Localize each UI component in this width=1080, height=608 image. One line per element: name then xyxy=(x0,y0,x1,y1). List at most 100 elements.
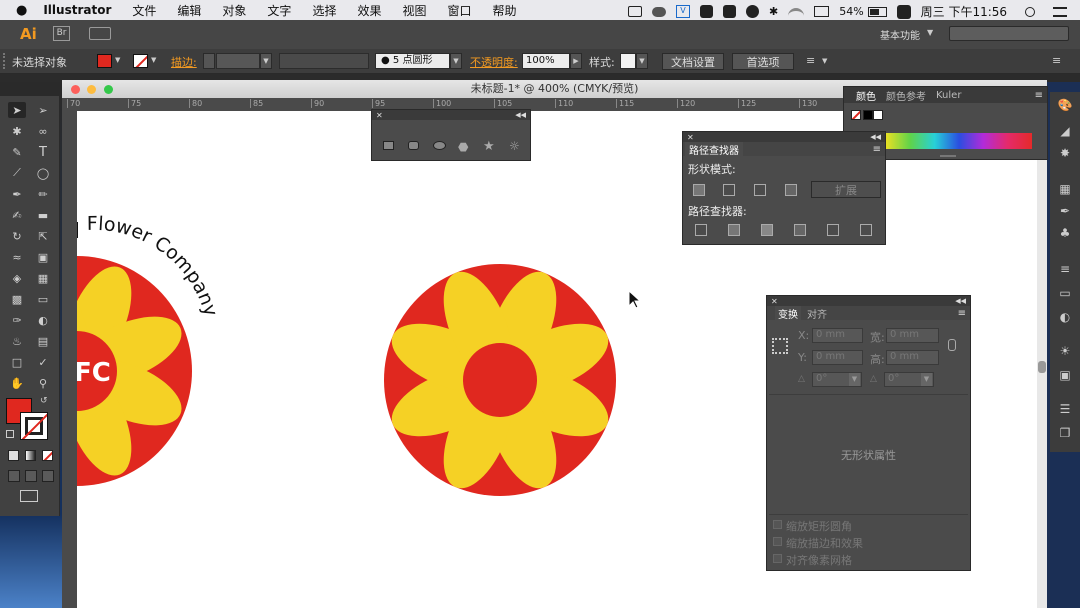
pen-tool-icon[interactable]: ✎ xyxy=(8,144,26,160)
help-search-input[interactable] xyxy=(949,26,1069,41)
zoom-tool-icon[interactable]: ⚲ xyxy=(34,375,52,391)
draw-behind-icon[interactable] xyxy=(25,470,37,482)
trim-button[interactable] xyxy=(728,224,740,236)
gradient-tool-icon[interactable]: ▭ xyxy=(34,291,52,307)
list-icon[interactable] xyxy=(1053,6,1068,17)
height-field[interactable]: 0 mm xyxy=(886,350,939,365)
selection-tool-icon[interactable]: ➤ xyxy=(8,102,26,118)
expand-button[interactable]: 扩展 xyxy=(811,181,881,198)
exclude-button[interactable] xyxy=(785,184,797,196)
shear-angle-dropdown[interactable]: ▼ xyxy=(921,373,932,386)
screen-mode-icon[interactable] xyxy=(20,490,38,502)
paintbrush-tool-icon[interactable]: ✒ xyxy=(8,186,26,202)
color-panel-icon[interactable]: 🎨 xyxy=(1057,98,1073,112)
intersect-button[interactable] xyxy=(754,184,766,196)
mesh-tool-icon[interactable]: ▩ xyxy=(8,291,26,307)
siri-icon[interactable] xyxy=(896,4,911,19)
app-icon-2[interactable] xyxy=(723,5,736,18)
menu-object[interactable]: 对象 xyxy=(222,2,246,19)
blend-tool-icon[interactable]: ◐ xyxy=(34,312,52,328)
white-swatch[interactable] xyxy=(873,110,883,120)
align-pixel-grid-checkbox[interactable] xyxy=(773,554,782,563)
divide-button[interactable] xyxy=(695,224,707,236)
gradient-mode-icon[interactable] xyxy=(25,450,36,461)
reference-point-icon[interactable] xyxy=(772,338,788,354)
slice-tool-icon[interactable]: ✓ xyxy=(34,354,52,370)
brush-dropdown[interactable]: ▼ xyxy=(450,53,462,69)
rounded-rectangle-tool-icon[interactable] xyxy=(408,141,419,150)
scrollbar-thumb[interactable] xyxy=(1038,361,1046,373)
rectangle-tool-icon[interactable] xyxy=(383,141,394,150)
default-fill-stroke-icon[interactable] xyxy=(6,430,14,438)
polygon-tool-icon[interactable]: ⬣ xyxy=(458,140,468,154)
outline-button[interactable] xyxy=(827,224,839,236)
vertical-ruler[interactable] xyxy=(62,98,77,608)
graphic-styles-icon[interactable]: ▣ xyxy=(1057,368,1073,382)
stroke-weight-stepper[interactable] xyxy=(203,53,215,69)
color-panel-menu-icon[interactable]: ≡ xyxy=(1035,90,1043,101)
merge-button[interactable] xyxy=(761,224,773,236)
transform-collapse-icon[interactable]: ◀◀ xyxy=(955,297,966,305)
eyedropper-tool-icon[interactable]: ✑ xyxy=(8,312,26,328)
pathfinder-tab[interactable]: 路径查找器 xyxy=(685,141,743,157)
bluetooth-icon[interactable]: ✱ xyxy=(769,5,778,18)
scale-strokes-checkbox[interactable] xyxy=(773,537,782,546)
draw-inside-icon[interactable] xyxy=(42,470,54,482)
opacity-label[interactable]: 不透明度: xyxy=(470,54,518,70)
symbols-icon[interactable]: ♣ xyxy=(1057,226,1073,240)
camera-icon[interactable] xyxy=(628,6,642,17)
stroke-weight-field[interactable] xyxy=(216,53,260,69)
shape-builder-tool-icon[interactable]: ◈ xyxy=(8,270,26,286)
app-icon-3[interactable] xyxy=(746,5,759,18)
kuler-icon[interactable]: ✸ xyxy=(1057,146,1073,160)
blob-brush-tool-icon[interactable]: ✍ xyxy=(8,207,26,223)
stroke-panel-icon[interactable]: ≡ xyxy=(1057,262,1073,276)
symbol-sprayer-tool-icon[interactable]: ♨ xyxy=(8,333,26,349)
flare-tool-icon[interactable]: ☼ xyxy=(509,139,520,153)
free-transform-tool-icon[interactable]: ▣ xyxy=(34,249,52,265)
transform-menu-icon[interactable]: ≡ xyxy=(958,308,966,319)
transform-close-icon[interactable]: ✕ xyxy=(771,297,778,306)
clock-text[interactable]: 周三 下午11:56 xyxy=(921,3,1007,20)
scale-corners-checkbox[interactable] xyxy=(773,520,782,529)
hand-tool-icon[interactable]: ✋ xyxy=(8,375,26,391)
transform-header[interactable]: ✕ ◀◀ xyxy=(767,296,970,306)
style-swatch[interactable] xyxy=(620,53,636,69)
direct-selection-tool-icon[interactable]: ➢ xyxy=(34,102,52,118)
pathfinder-close-icon[interactable]: ✕ xyxy=(687,133,694,142)
stroke-dropdown-icon[interactable]: ▼ xyxy=(151,56,156,64)
menu-file[interactable]: 文件 xyxy=(132,2,156,19)
pathfinder-collapse-icon[interactable]: ◀◀ xyxy=(870,133,881,141)
brushes-icon[interactable]: ✒ xyxy=(1057,204,1073,218)
stroke-color-box[interactable] xyxy=(20,412,48,440)
brush-definition[interactable]: ● 5 点圆形 xyxy=(375,53,450,69)
crop-button[interactable] xyxy=(794,224,806,236)
stroke-weight-dropdown[interactable]: ▼ xyxy=(260,53,272,69)
flyout-close-icon[interactable]: ✕ xyxy=(376,111,383,120)
scale-tool-icon[interactable]: ⇱ xyxy=(34,228,52,244)
none-mode-icon[interactable] xyxy=(42,450,53,461)
close-window-button[interactable] xyxy=(71,85,80,94)
transparency-icon[interactable]: ◐ xyxy=(1057,310,1073,324)
pathfinder-menu-icon[interactable]: ≡ xyxy=(873,144,881,155)
menu-type[interactable]: 文字 xyxy=(267,2,291,19)
artboard-tool-icon[interactable]: □ xyxy=(8,354,26,370)
search-icon[interactable] xyxy=(1025,6,1036,17)
panel-resize-grip[interactable] xyxy=(940,155,956,157)
menu-effect[interactable]: 效果 xyxy=(357,2,381,19)
minimize-window-button[interactable] xyxy=(87,85,96,94)
star-tool-icon[interactable]: ★ xyxy=(483,139,495,154)
color-guide-icon[interactable]: ◢ xyxy=(1057,124,1073,138)
fill-dropdown-icon[interactable]: ▼ xyxy=(115,56,120,64)
artboards-icon[interactable]: ❐ xyxy=(1057,426,1073,440)
flyout-header[interactable]: ✕ ◀◀ xyxy=(372,110,530,120)
vertical-scrollbar[interactable] xyxy=(1037,111,1047,608)
apple-icon[interactable]: ● xyxy=(16,3,27,18)
menu-view[interactable]: 视图 xyxy=(402,2,426,19)
rotate-angle-dropdown[interactable]: ▼ xyxy=(849,373,860,386)
draw-normal-icon[interactable] xyxy=(8,470,20,482)
airplay-icon[interactable] xyxy=(814,6,830,17)
tab-color-guide[interactable]: 颜色参考 xyxy=(886,88,926,103)
tab-kuler[interactable]: Kuler xyxy=(936,90,961,101)
flyout-collapse-icon[interactable]: ◀◀ xyxy=(515,111,526,119)
